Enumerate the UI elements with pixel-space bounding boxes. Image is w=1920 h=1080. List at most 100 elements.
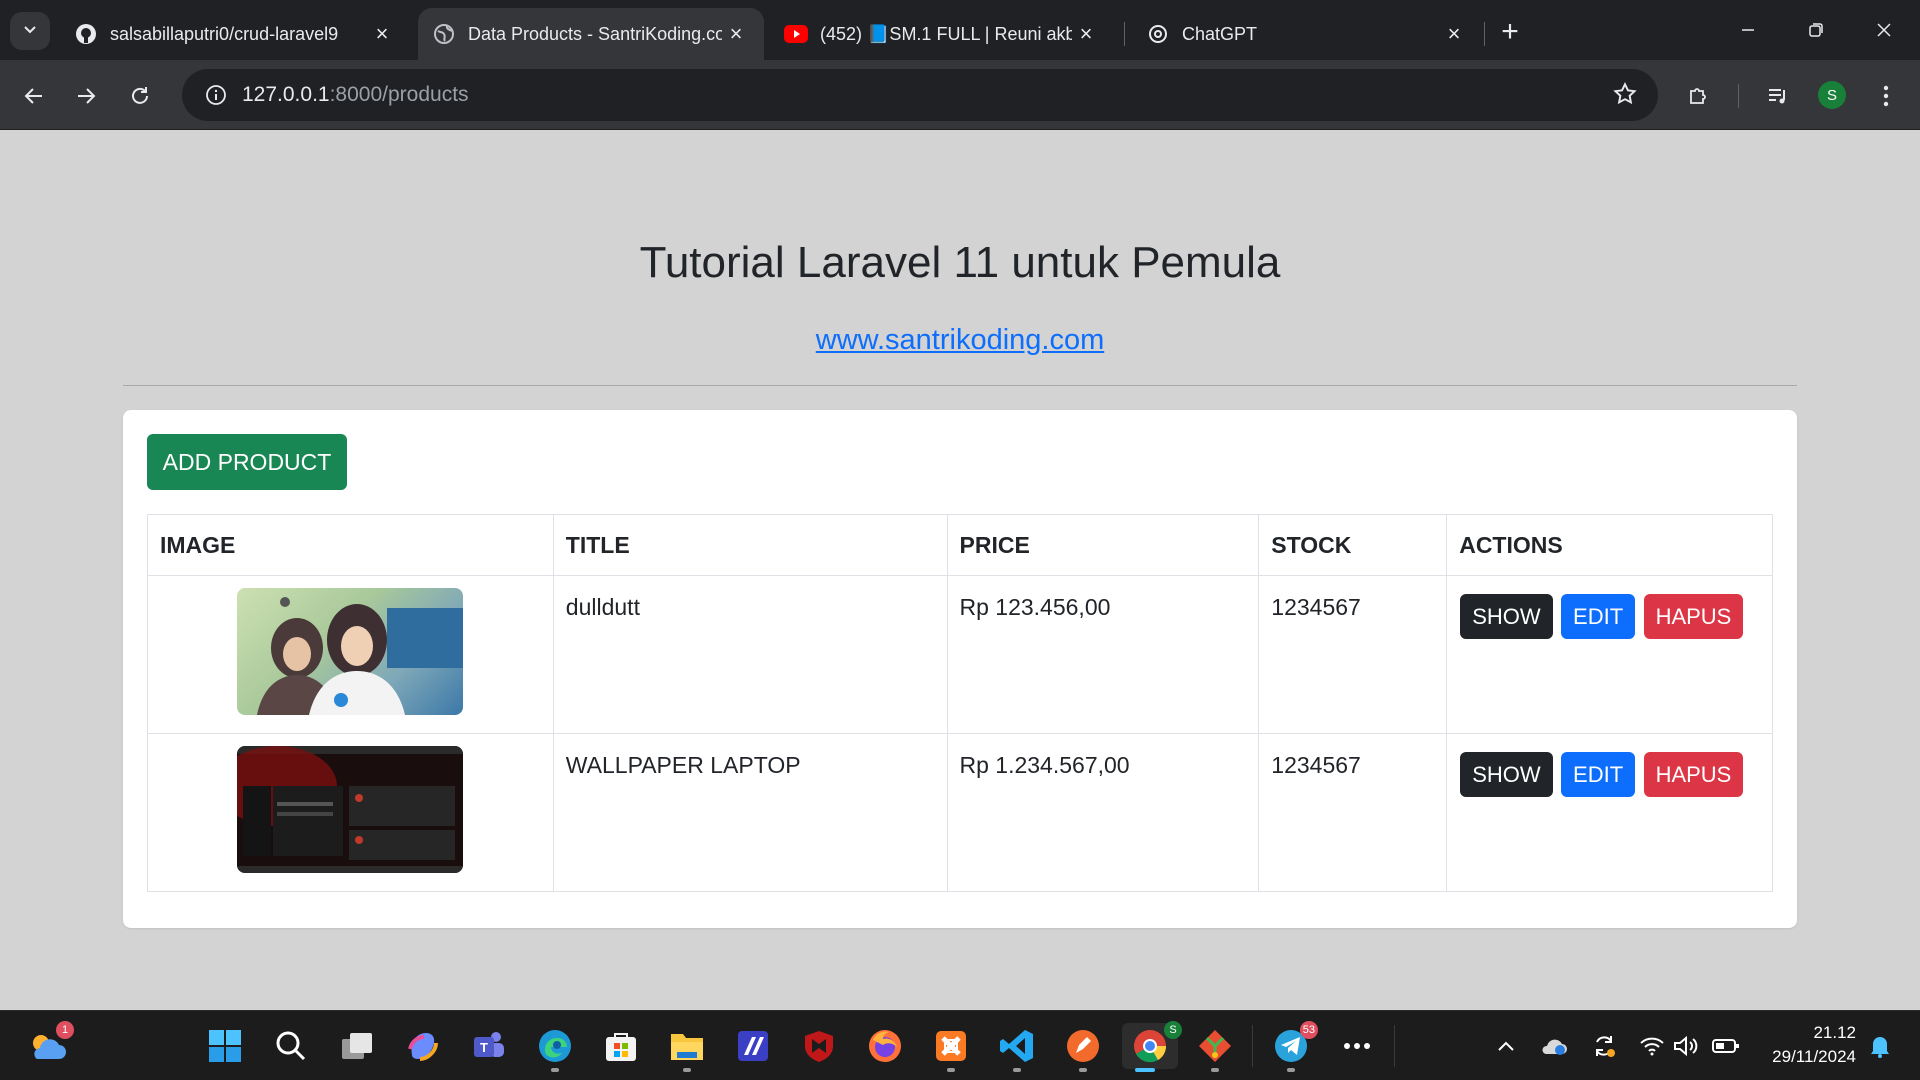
edit-button[interactable]: EDIT <box>1561 752 1636 797</box>
volume-tray-icon[interactable] <box>1666 1023 1706 1069</box>
firefox-icon <box>869 1030 901 1062</box>
clock-date: 29/11/2024 <box>1772 1047 1856 1066</box>
tab-title: salsabillaputri0/crud-laravel9 <box>110 23 339 44</box>
forward-button[interactable] <box>66 76 106 116</box>
taskbar: 1 T S 53 21.12 29/11/2024 <box>0 1010 1920 1080</box>
table-header-row: IMAGE TITLE PRICE STOCK ACTIONS <box>147 514 1773 576</box>
search-button[interactable] <box>268 1023 314 1069</box>
sublime-text-button[interactable] <box>1060 1023 1106 1072</box>
restore-button[interactable] <box>1782 8 1850 52</box>
start-button[interactable] <box>202 1023 248 1069</box>
notification-badge: 1 <box>56 1021 74 1039</box>
clock[interactable]: 21.12 29/11/2024 <box>1756 1021 1856 1069</box>
firefox-button[interactable] <box>862 1023 908 1069</box>
site-info-icon[interactable] <box>190 84 242 106</box>
column-header-image: IMAGE <box>147 514 554 576</box>
notifications-button[interactable] <box>1860 1023 1900 1069</box>
stock-cell: 1234567 <box>1258 733 1448 892</box>
close-icon[interactable]: × <box>1440 20 1468 48</box>
site-link[interactable]: www.santrikoding.com <box>816 324 1105 356</box>
extensions-button[interactable] <box>1678 76 1718 116</box>
tab-github[interactable]: salsabillaputri0/crud-laravel9 × <box>60 8 410 60</box>
close-icon[interactable]: × <box>722 20 750 48</box>
column-header-stock: STOCK <box>1258 514 1448 576</box>
onedrive-tray-icon[interactable] <box>1534 1023 1574 1069</box>
profile-badge: S <box>1164 1021 1182 1039</box>
back-button[interactable] <box>14 76 54 116</box>
copilot-icon <box>408 1033 438 1061</box>
chrome-icon <box>1134 1030 1167 1063</box>
address-bar[interactable]: 127.0.0.1:8000/products <box>182 69 1658 121</box>
running-indicator <box>1079 1068 1087 1072</box>
chrome-button[interactable]: S <box>1122 1021 1182 1072</box>
reload-button[interactable] <box>120 76 160 116</box>
minimize-button[interactable] <box>1714 8 1782 52</box>
teams-button[interactable]: T <box>466 1023 512 1069</box>
url-path: :8000/products <box>329 83 469 106</box>
tab-search-button[interactable] <box>10 12 50 50</box>
close-window-button[interactable] <box>1850 8 1918 52</box>
copilot-button[interactable] <box>400 1023 446 1069</box>
task-view-button[interactable] <box>334 1023 380 1069</box>
close-icon[interactable]: × <box>1072 20 1100 48</box>
close-icon[interactable]: × <box>368 20 396 48</box>
image-cell <box>147 733 554 892</box>
running-indicator <box>551 1068 559 1072</box>
youtube-icon <box>784 22 808 46</box>
title-cell: WALLPAPER LAPTOP <box>552 733 948 892</box>
taskbar-divider <box>1394 1025 1395 1067</box>
running-indicator <box>1013 1068 1021 1072</box>
bookmark-star-icon[interactable] <box>1612 81 1638 112</box>
app-icon <box>738 1031 768 1061</box>
file-explorer-button[interactable] <box>664 1023 710 1072</box>
actions-cell: SHOW EDIT HAPUS <box>1446 733 1773 892</box>
vscode-icon <box>1000 1030 1033 1062</box>
battery-icon <box>1712 1039 1739 1053</box>
puzzle-icon <box>1690 88 1706 104</box>
minimize-icon <box>1742 29 1754 31</box>
tab-title: (452) 📘SM.1 FULL | Reuni akbar <box>820 23 1072 44</box>
folder-icon <box>671 1034 703 1060</box>
app-button[interactable] <box>730 1023 776 1069</box>
xampp-button[interactable] <box>928 1023 974 1072</box>
url-text[interactable]: 127.0.0.1:8000/products <box>242 83 469 107</box>
divider <box>123 385 1797 386</box>
running-indicator <box>683 1068 691 1072</box>
sync-tray-icon[interactable] <box>1584 1023 1624 1069</box>
arrow-right-icon <box>78 88 96 104</box>
teams-icon: T <box>474 1032 504 1057</box>
browser-menu-button[interactable] <box>1866 76 1906 116</box>
more-apps-button[interactable] <box>1334 1023 1380 1069</box>
site-link-container: www.santrikoding.com <box>0 324 1920 357</box>
sync-icon <box>1596 1036 1615 1057</box>
wifi-icon <box>1640 1037 1664 1056</box>
telegram-button[interactable]: 53 <box>1268 1021 1318 1072</box>
new-tab-button[interactable]: + <box>1494 15 1526 48</box>
tab-data-products[interactable]: Data Products - SantriKoding.com × <box>418 8 764 60</box>
media-controls-button[interactable] <box>1758 76 1798 116</box>
tab-chatgpt[interactable]: ChatGPT × <box>1132 8 1482 60</box>
windows-icon <box>209 1030 241 1062</box>
git-button[interactable] <box>1192 1023 1238 1072</box>
show-button[interactable]: SHOW <box>1460 594 1553 639</box>
vscode-button[interactable] <box>994 1023 1040 1072</box>
weather-widget[interactable]: 1 <box>24 1021 74 1069</box>
microsoft-store-button[interactable] <box>598 1023 644 1069</box>
delete-button[interactable]: HAPUS <box>1643 752 1744 797</box>
column-header-price: PRICE <box>946 514 1260 576</box>
bell-icon <box>1871 1037 1889 1058</box>
tab-divider <box>1484 22 1485 46</box>
mcafee-button[interactable] <box>796 1023 842 1069</box>
profile-avatar[interactable]: S <box>1818 81 1846 109</box>
add-product-button[interactable]: ADD PRODUCT <box>147 434 347 490</box>
title-cell: dulldutt <box>552 575 948 734</box>
edit-button[interactable]: EDIT <box>1561 594 1636 639</box>
plus-icon: + <box>1501 15 1519 48</box>
delete-button[interactable]: HAPUS <box>1643 594 1744 639</box>
edge-button[interactable] <box>532 1023 578 1072</box>
battery-tray-icon[interactable] <box>1706 1023 1746 1069</box>
tab-youtube[interactable]: (452) 📘SM.1 FULL | Reuni akbar × <box>770 8 1114 60</box>
show-hidden-icons-button[interactable] <box>1486 1023 1526 1069</box>
show-button[interactable]: SHOW <box>1460 752 1553 797</box>
tab-strip: salsabillaputri0/crud-laravel9 × Data Pr… <box>0 0 1920 60</box>
